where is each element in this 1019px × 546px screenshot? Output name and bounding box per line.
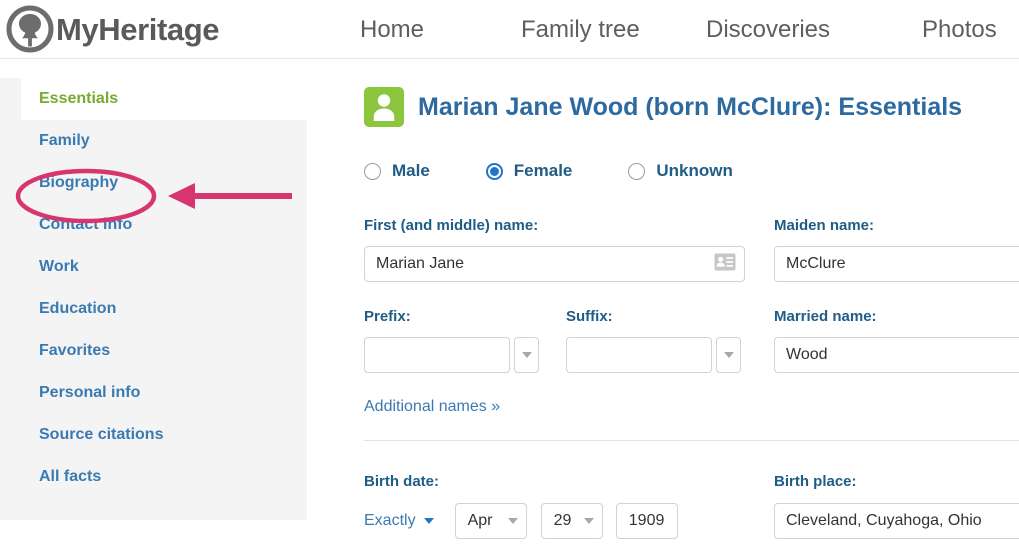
section-divider xyxy=(364,440,1019,441)
sidebar-item-source-citations[interactable]: Source citations xyxy=(21,414,307,456)
sidebar-item-personal-info[interactable]: Personal info xyxy=(21,372,307,414)
first-name-label: First (and middle) name: xyxy=(364,217,539,234)
gender-option-unknown[interactable]: Unknown xyxy=(628,161,733,181)
page-title-row: Marian Jane Wood (born McClure): Essenti… xyxy=(364,87,962,127)
sidebar-item-label: Source citations xyxy=(39,426,164,443)
chevron-down-icon xyxy=(521,352,532,358)
page-title: Marian Jane Wood (born McClure): Essenti… xyxy=(418,92,963,121)
left-sidebar: Essentials Family Biography Contact info… xyxy=(0,78,307,520)
sidebar-item-label: Favorites xyxy=(39,342,111,359)
gender-label-female: Female xyxy=(513,161,573,180)
birth-month-value: Apr xyxy=(467,512,493,529)
sidebar-item-label: Work xyxy=(39,258,79,275)
suffix-input[interactable] xyxy=(566,337,712,373)
birth-place-field[interactable]: Cleveland, Cuyahoga, Ohio xyxy=(774,503,1019,539)
sidebar-item-family[interactable]: Family xyxy=(21,120,307,162)
gender-radio-group: Male Female Unknown xyxy=(364,161,733,181)
additional-names-link[interactable]: Additional names » xyxy=(364,398,500,416)
brand-name: MyHeritage xyxy=(56,11,220,47)
myheritage-logo[interactable]: MyHeritage xyxy=(6,5,220,53)
birth-date-row: Exactly Apr 29 1909 xyxy=(364,503,678,539)
prefix-combobox[interactable] xyxy=(364,337,539,373)
maiden-name-field[interactable]: McClure xyxy=(774,246,1019,282)
maiden-name-value: McClure xyxy=(786,255,846,272)
sidebar-item-label: Education xyxy=(39,300,117,317)
birth-day-select[interactable]: 29 xyxy=(540,503,603,539)
nav-photos[interactable]: Photos xyxy=(922,17,997,42)
suffix-label: Suffix: xyxy=(566,308,613,325)
sidebar-item-label: Family xyxy=(39,132,90,149)
contact-card-icon[interactable] xyxy=(714,253,736,276)
married-name-value: Wood xyxy=(786,346,828,363)
sidebar-item-label: All facts xyxy=(39,468,102,485)
gender-label-male: Male xyxy=(392,161,430,180)
main-content: Marian Jane Wood (born McClure): Essenti… xyxy=(345,59,1019,546)
chevron-down-icon xyxy=(507,518,518,524)
gender-option-male[interactable]: Male xyxy=(364,161,430,181)
nav-discoveries[interactable]: Discoveries xyxy=(706,17,830,42)
first-name-value: Marian Jane xyxy=(376,255,465,272)
birth-year-value: 1909 xyxy=(628,512,665,529)
sidebar-item-label: Contact info xyxy=(39,216,133,233)
sidebar-item-contact-info[interactable]: Contact info xyxy=(21,204,307,246)
nav-home[interactable]: Home xyxy=(360,17,424,42)
sidebar-item-education[interactable]: Education xyxy=(21,288,307,330)
married-name-field[interactable]: Wood xyxy=(774,337,1019,373)
birth-date-qualifier-dropdown[interactable]: Exactly xyxy=(364,512,434,530)
sidebar-item-all-facts[interactable]: All facts xyxy=(21,456,307,498)
suffix-combobox[interactable] xyxy=(566,337,741,373)
sidebar-item-label: Essentials xyxy=(39,90,119,107)
birth-date-label: Birth date: xyxy=(364,473,439,490)
tree-in-circle-icon xyxy=(6,5,54,53)
sidebar-item-biography[interactable]: Biography xyxy=(21,162,307,204)
prefix-label: Prefix: xyxy=(364,308,411,325)
gender-option-female[interactable]: Female xyxy=(485,161,573,181)
radio-male[interactable] xyxy=(364,162,381,180)
person-avatar-icon xyxy=(364,87,404,127)
birth-date-qualifier-label: Exactly xyxy=(364,512,416,529)
chevron-down-icon xyxy=(723,352,734,358)
prefix-dropdown-button[interactable] xyxy=(514,337,539,373)
sidebar-item-favorites[interactable]: Favorites xyxy=(21,330,307,372)
chevron-down-icon xyxy=(423,518,434,524)
radio-unknown[interactable] xyxy=(628,162,646,180)
birth-day-value: 29 xyxy=(553,512,572,529)
gender-label-unknown: Unknown xyxy=(656,161,733,180)
chevron-down-icon xyxy=(583,518,594,524)
suffix-dropdown-button[interactable] xyxy=(716,337,741,373)
top-header: MyHeritage Home Family tree Discoveries … xyxy=(0,0,1019,59)
maiden-name-label: Maiden name: xyxy=(774,217,875,234)
birth-place-label: Birth place: xyxy=(774,473,857,490)
birth-year-input[interactable]: 1909 xyxy=(615,503,678,539)
prefix-input[interactable] xyxy=(364,337,510,373)
sidebar-item-essentials[interactable]: Essentials xyxy=(21,78,307,120)
birth-place-value: Cleveland, Cuyahoga, Ohio xyxy=(786,512,982,529)
married-name-label: Married name: xyxy=(774,308,877,325)
radio-female[interactable] xyxy=(485,162,503,180)
nav-family-tree[interactable]: Family tree xyxy=(521,17,640,42)
sidebar-item-label: Personal info xyxy=(39,384,141,401)
sidebar-item-work[interactable]: Work xyxy=(21,246,307,288)
app-window: MyHeritage Home Family tree Discoveries … xyxy=(0,0,1019,546)
first-name-field[interactable]: Marian Jane xyxy=(364,246,745,282)
sidebar-item-label: Biography xyxy=(39,174,119,191)
birth-month-select[interactable]: Apr xyxy=(454,503,527,539)
